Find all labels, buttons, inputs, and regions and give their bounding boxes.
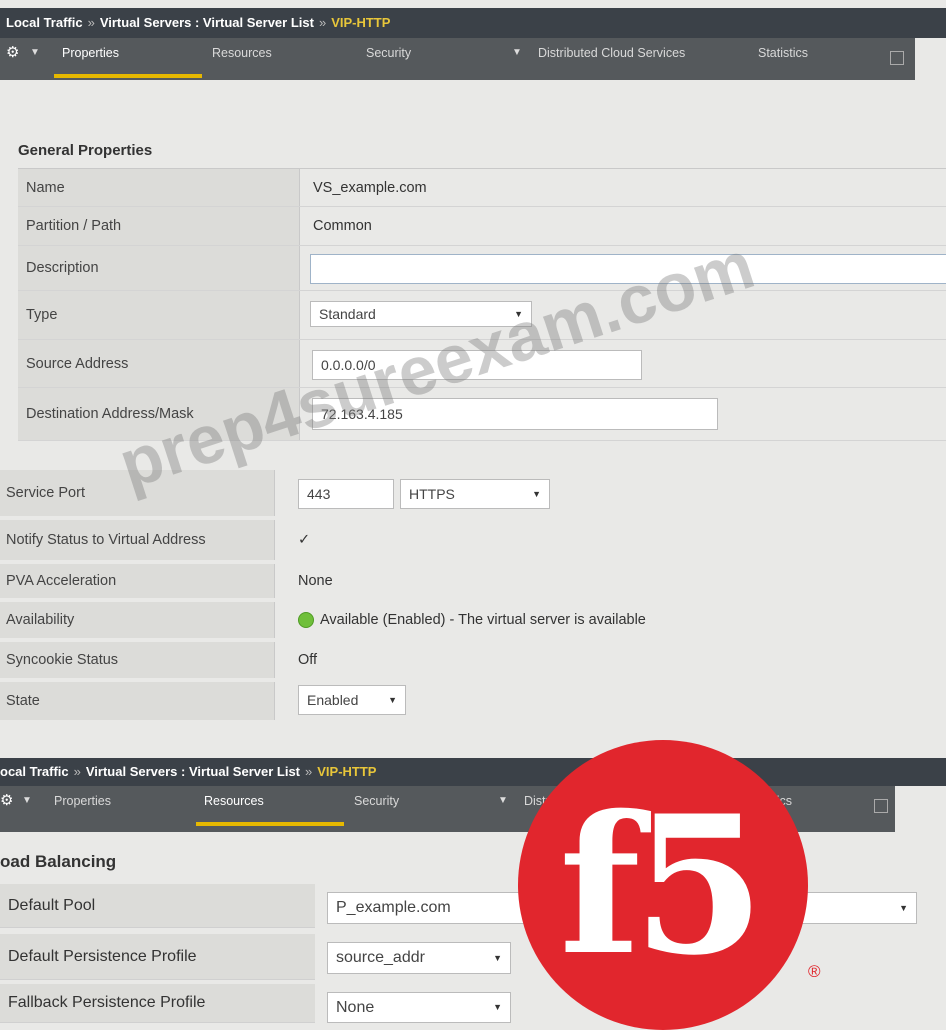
virtual-server-settings: Service Port 443 HTTPS Notify Status to … xyxy=(0,462,946,724)
name-value: VS_example.com xyxy=(313,179,427,196)
tab-bar: ⚙ ▼ Properties Resources Security ▼ Dist… xyxy=(0,38,915,80)
general-properties-title: General Properties xyxy=(18,142,153,159)
tab-security[interactable]: Security xyxy=(366,38,411,80)
breadcrumb-2: ocal Traffic» Virtual Servers : Virtual S… xyxy=(0,758,946,786)
row-name: Name VS_example.com xyxy=(18,169,946,207)
breadcrumb-current: VIP-HTTP xyxy=(331,15,391,30)
breadcrumb-local-traffic[interactable]: Local Traffic xyxy=(6,15,83,30)
fallback-persistence-label: Fallback Persistence Profile xyxy=(0,984,315,1023)
help-icon[interactable] xyxy=(890,51,904,65)
default-persistence-select[interactable]: source_addr xyxy=(327,942,511,974)
tab-resources[interactable]: Resources xyxy=(212,38,272,80)
state-label: State xyxy=(0,682,275,720)
source-address-label: Source Address xyxy=(18,340,300,387)
breadcrumb-2-current: VIP-HTTP xyxy=(317,764,377,779)
default-persistence-label: Default Persistence Profile xyxy=(0,934,315,980)
registered-trademark-icon: ® xyxy=(808,962,821,981)
state-select[interactable]: Enabled xyxy=(298,685,406,715)
gear-icon-2[interactable]: ⚙ xyxy=(0,786,13,828)
row-type: Type Standard xyxy=(18,291,946,340)
chevron-down-icon[interactable]: ▼ xyxy=(30,38,40,80)
security-dropdown-icon-2[interactable]: ▼ xyxy=(498,786,508,828)
breadcrumb-2-virtual-server-list[interactable]: Virtual Servers : Virtual Server List xyxy=(86,764,300,779)
tab-2-resources[interactable]: Resources xyxy=(196,786,344,828)
syncookie-status-value: Off xyxy=(298,652,318,668)
notify-status-label: Notify Status to Virtual Address xyxy=(0,520,275,560)
partition-value: Common xyxy=(313,218,372,234)
tab-statistics[interactable]: Statistics xyxy=(758,38,808,80)
general-properties-table: Name VS_example.com Partition / Path Com… xyxy=(18,168,946,441)
service-port-protocol-select[interactable]: HTTPS xyxy=(400,479,550,509)
service-port-input[interactable]: 443 xyxy=(298,479,394,509)
breadcrumb: Local Traffic» Virtual Servers : Virtual … xyxy=(0,8,946,38)
tab-2-security[interactable]: Security xyxy=(354,786,399,828)
availability-label: Availability xyxy=(0,602,275,638)
type-label: Type xyxy=(18,291,300,339)
notify-status-checkbox[interactable]: ✓ xyxy=(298,520,310,560)
availability-value: Available (Enabled) - The virtual server… xyxy=(298,602,646,638)
destination-input[interactable]: 72.163.4.185 xyxy=(312,398,718,430)
security-dropdown-icon[interactable]: ▼ xyxy=(512,38,522,80)
syncookie-status-label: Syncookie Status xyxy=(0,642,275,678)
gear-icon[interactable]: ⚙ xyxy=(6,38,19,80)
type-select[interactable]: Standard xyxy=(310,301,532,327)
description-input[interactable] xyxy=(310,254,946,284)
tab-2-properties[interactable]: Properties xyxy=(54,786,111,828)
fallback-persistence-select[interactable]: None xyxy=(327,992,511,1023)
load-balancing-title: oad Balancing xyxy=(0,852,117,871)
row-source-address: Source Address 0.0.0.0/0 xyxy=(18,340,946,388)
description-label: Description xyxy=(18,246,300,290)
breadcrumb-2-local-traffic[interactable]: ocal Traffic xyxy=(0,764,69,779)
availability-text: Available (Enabled) - The virtual server… xyxy=(320,612,646,628)
default-pool-label: Default Pool xyxy=(0,884,315,928)
available-status-icon xyxy=(298,612,314,628)
tab-distributed-cloud-services[interactable]: Distributed Cloud Services xyxy=(538,38,685,80)
pva-acceleration-label: PVA Acceleration xyxy=(0,564,275,598)
breadcrumb-virtual-server-list[interactable]: Virtual Servers : Virtual Server List xyxy=(100,15,314,30)
f5-logo: f5 xyxy=(518,740,808,1030)
tab-properties[interactable]: Properties xyxy=(54,38,202,80)
help-icon-2[interactable] xyxy=(874,799,888,813)
row-destination: Destination Address/Mask 72.163.4.185 xyxy=(18,388,946,441)
row-description: Description xyxy=(18,246,946,291)
source-address-input[interactable]: 0.0.0.0/0 xyxy=(312,350,642,380)
name-label: Name xyxy=(18,169,300,206)
row-partition: Partition / Path Common xyxy=(18,207,946,246)
destination-label: Destination Address/Mask xyxy=(18,388,300,440)
service-port-label: Service Port xyxy=(0,470,275,516)
partition-label: Partition / Path xyxy=(18,207,300,245)
pva-acceleration-value: None xyxy=(298,573,333,589)
chevron-down-icon-2[interactable]: ▼ xyxy=(22,786,32,828)
